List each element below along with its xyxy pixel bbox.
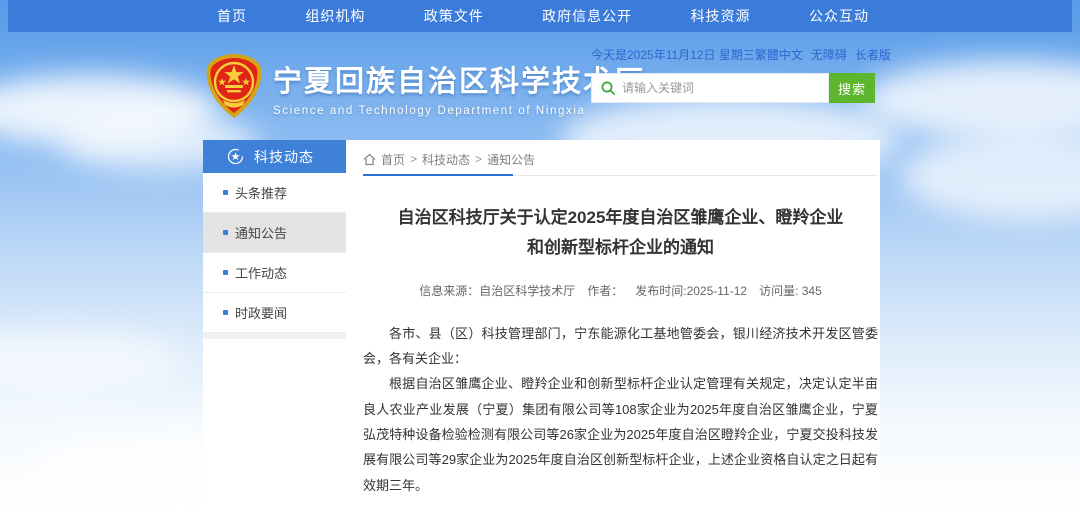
article-title-line2: 和创新型标杆企业的通知 (363, 233, 878, 263)
search-icon (600, 80, 616, 96)
search-box (591, 73, 829, 103)
national-emblem-logo (203, 52, 265, 122)
nav-item-public-interaction[interactable]: 公众互动 (795, 0, 883, 32)
sidebar-title: 科技动态 (254, 147, 314, 167)
brand-text: 宁夏回族自治区科学技术厅 Science and Technology Depa… (273, 58, 645, 117)
article-body: 各市、县（区）科技管理部门，宁东能源化工基地管委会，银川经济技术开发区管委会，各… (363, 321, 878, 498)
header-right: 今天是2025年11月12日 星期三 繁體中文 无障碍 长者版 搜索 (591, 46, 875, 103)
nav-item-sci-tech-resources[interactable]: 科技资源 (677, 0, 765, 32)
breadcrumb-notices[interactable]: 通知公告 (487, 151, 535, 168)
sidebar-item-headlines[interactable]: 头条推荐 (203, 173, 346, 213)
breadcrumb-home[interactable]: 首页 (381, 151, 405, 168)
breadcrumb-sci-tech-news[interactable]: 科技动态 (422, 151, 470, 168)
top-nav-bar: 首页 组织机构 政策文件 政府信息公开 科技资源 公众互动 (8, 0, 1072, 32)
link-accessibility[interactable]: 无障碍 (811, 46, 847, 63)
current-date-text: 今天是2025年11月12日 星期三 (591, 46, 755, 63)
meta-visit-count: 访问量: 345 (759, 282, 822, 299)
top-utility-row: 今天是2025年11月12日 星期三 繁體中文 无障碍 长者版 (591, 46, 875, 63)
top-nav-items: 首页 组织机构 政策文件 政府信息公开 科技资源 公众互动 (203, 0, 883, 32)
sidebar-header: 科技动态 (203, 140, 346, 173)
nav-item-gov-info-disclosure[interactable]: 政府信息公开 (528, 0, 646, 32)
link-elderly-version[interactable]: 长者版 (855, 46, 891, 63)
nav-item-organization[interactable]: 组织机构 (291, 0, 379, 32)
quick-links: 繁體中文 无障碍 长者版 (755, 46, 891, 63)
sidebar-item-label: 工作动态 (235, 263, 287, 282)
cloud-decoration (0, 330, 180, 390)
sidebar-item-current-affairs[interactable]: 时政要闻 (203, 293, 346, 333)
meta-publish-time: 发布时间:2025-11-12 (635, 282, 747, 299)
breadcrumb-separator: > (475, 152, 482, 166)
article-paragraph: 各市、县（区）科技管理部门，宁东能源化工基地管委会，银川经济技术开发区管委会，各… (363, 321, 878, 372)
article-meta: 信息来源：自治区科学技术厅 作者： 发布时间:2025-11-12 访问量: 3… (363, 282, 878, 299)
bullet-icon (223, 190, 228, 195)
nav-item-home[interactable]: 首页 (203, 0, 261, 32)
article-title-line1: 自治区科技厅关于认定2025年度自治区雏鹰企业、瞪羚企业 (363, 203, 878, 233)
nav-item-policy-documents[interactable]: 政策文件 (410, 0, 498, 32)
search-button[interactable]: 搜索 (829, 73, 875, 103)
site-title: 宁夏回族自治区科学技术厅 (273, 58, 645, 100)
meta-source: 信息来源：自治区科学技术厅 (419, 282, 575, 299)
breadcrumb-divider (363, 174, 878, 176)
bullet-icon (223, 310, 228, 315)
sidebar: 科技动态 头条推荐 通知公告 工作动态 时政要闻 (203, 140, 346, 339)
breadcrumb: 首页 > 科技动态 > 通知公告 (363, 144, 878, 174)
sidebar-item-label: 头条推荐 (235, 183, 287, 202)
search-input[interactable] (622, 81, 820, 95)
article-title: 自治区科技厅关于认定2025年度自治区雏鹰企业、瞪羚企业 和创新型标杆企业的通知 (363, 203, 878, 263)
star-circle-icon (227, 148, 244, 165)
sidebar-item-work-updates[interactable]: 工作动态 (203, 253, 346, 293)
main-container: 科技动态 头条推荐 通知公告 工作动态 时政要闻 首页 (203, 140, 880, 513)
link-traditional-chinese[interactable]: 繁體中文 (755, 46, 803, 63)
sidebar-item-label: 时政要闻 (235, 303, 287, 322)
home-icon (363, 153, 376, 166)
content-area: 首页 > 科技动态 > 通知公告 自治区科技厅关于认定2025年度自治区雏鹰企业… (346, 140, 880, 513)
breadcrumb-underline (363, 174, 513, 176)
search-bar: 搜索 (591, 73, 875, 103)
site-brand[interactable]: 宁夏回族自治区科学技术厅 Science and Technology Depa… (203, 52, 645, 122)
breadcrumb-separator: > (410, 152, 417, 166)
sidebar-item-label: 通知公告 (235, 223, 287, 242)
meta-author: 作者： (587, 282, 623, 299)
site-header: 宁夏回族自治区科学技术厅 Science and Technology Depa… (203, 44, 880, 140)
site-title-en: Science and Technology Department of Nin… (273, 105, 645, 117)
sidebar-item-notices[interactable]: 通知公告 (203, 213, 346, 253)
cloud-decoration (900, 130, 1080, 220)
bullet-icon (223, 270, 228, 275)
article-paragraph: 根据自治区雏鹰企业、瞪羚企业和创新型标杆企业认定管理有关规定，决定认定半亩良人农… (363, 371, 878, 498)
bullet-icon (223, 230, 228, 235)
